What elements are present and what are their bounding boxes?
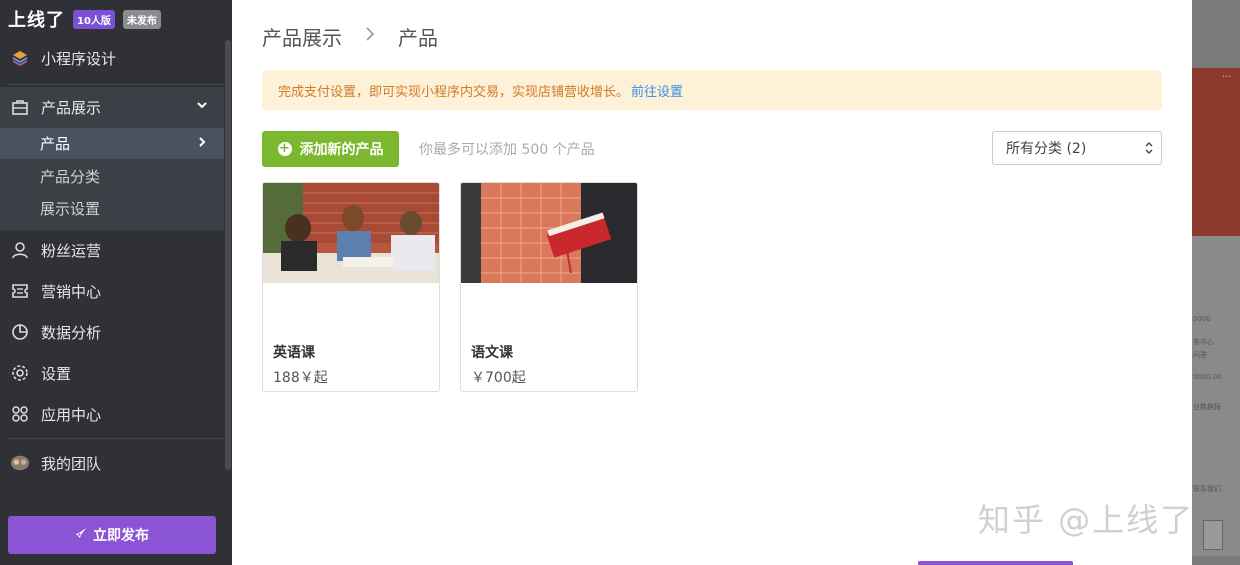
sidebar-item-fans[interactable]: 粉丝运营 [0, 230, 224, 270]
sidebar-subitem-label: 产品 [40, 135, 71, 153]
sidebar-scrollbar[interactable] [225, 40, 231, 470]
sidebar-item-label: 我的团队 [41, 454, 102, 473]
publish-button[interactable]: 立即发布 [8, 516, 216, 554]
product-title: 英语课 [273, 345, 315, 361]
backdrop-text: 问答 [1193, 351, 1207, 359]
sidebar-item-marketing[interactable]: 营销中心 [0, 271, 224, 311]
notice-text: 完成支付设置，即可实现小程序内交易，实现店铺营收增长。 [278, 84, 630, 100]
backdrop-text: 联系我们 [1193, 485, 1221, 493]
brand: 上线了 10人版 未发布 [8, 6, 161, 32]
sidebar-item-team[interactable]: 我的团队 [0, 443, 224, 483]
product-price: 188￥起 [273, 370, 328, 386]
sidebar-subitem-categories[interactable]: 产品分类 [0, 161, 224, 192]
team-avatar-icon [10, 453, 30, 473]
product-image [461, 183, 637, 283]
sidebar-item-app-center[interactable]: 应用中心 [0, 394, 224, 434]
plan-badge: 10人版 [73, 9, 115, 29]
category-select-value: 所有分类 (2) [1006, 141, 1087, 157]
backdrop-text: 务中心 [1193, 338, 1214, 346]
sidebar-item-settings[interactable]: 设置 [0, 353, 224, 393]
product-price: ￥700起 [471, 370, 526, 386]
add-product-button[interactable]: + 添加新的产品 [262, 131, 399, 167]
payment-notice: 完成支付设置，即可实现小程序内交易，实现店铺营收增长。 前往设置 [262, 70, 1162, 110]
rocket-icon [75, 527, 87, 543]
brand-logo: 上线了 [8, 10, 65, 31]
sidebar-item-products[interactable]: 产品展示 [0, 87, 224, 127]
plus-icon: + [277, 141, 292, 156]
pie-chart-icon [10, 322, 30, 342]
product-limit-hint: 你最多可以添加 500 个产品 [419, 142, 595, 158]
chevron-down-icon [196, 99, 208, 115]
breadcrumb: 产品展示 产品 [262, 22, 438, 51]
user-icon [10, 240, 30, 260]
submenu: 产品 产品分类 展示设置 [0, 127, 224, 230]
briefcase-icon [10, 97, 30, 117]
ticket-icon [10, 281, 30, 301]
sidebar-item-label: 营销中心 [41, 282, 102, 301]
main-panel: 产品展示 产品 完成支付设置，即可实现小程序内交易，实现店铺营收增长。 前往设置… [232, 0, 1192, 565]
sidebar: 上线了 10人版 未发布 小程序设计 产品展示 产品 产品分类 展示设置 粉丝运… [0, 0, 232, 565]
backdrop-panel [1192, 236, 1240, 556]
more-icon: ··· [1222, 72, 1232, 83]
product-title: 语文课 [471, 345, 513, 361]
product-image [263, 183, 439, 283]
sidebar-item-label: 设置 [41, 364, 72, 383]
layers-icon [10, 48, 30, 68]
breadcrumb-parent[interactable]: 产品展示 [262, 22, 342, 51]
category-select[interactable]: 所有分类 (2) [992, 131, 1162, 165]
sidebar-item-miniprogram-design[interactable]: 小程序设计 [0, 38, 224, 78]
sidebar-item-label: 小程序设计 [41, 49, 117, 68]
sidebar-item-label: 产品展示 [41, 98, 102, 117]
watermark: 知乎 @上线了 [978, 501, 1195, 539]
sidebar-item-analytics[interactable]: 数据分析 [0, 312, 224, 352]
sidebar-item-label: 应用中心 [41, 405, 102, 424]
add-product-label: 添加新的产品 [299, 142, 384, 158]
apps-icon [10, 404, 30, 424]
sidebar-subitem-display-settings[interactable]: 展示设置 [0, 193, 224, 224]
publish-label: 立即发布 [93, 528, 149, 544]
gear-icon [10, 363, 30, 383]
chevron-updown-icon [1145, 141, 1153, 158]
backdrop-text: 0000.00 [1193, 373, 1222, 381]
sidebar-subitem-label: 产品分类 [40, 168, 101, 186]
backdrop-text: 0000 [1193, 315, 1211, 323]
status-badge: 未发布 [122, 9, 161, 29]
phone-icon [1203, 520, 1223, 550]
divider [8, 438, 224, 439]
sidebar-subitem-label: 展示设置 [40, 200, 101, 218]
chevron-right-icon [364, 26, 376, 47]
divider [8, 84, 224, 85]
notice-link[interactable]: 前往设置 [631, 81, 683, 100]
backdrop-banner [1192, 68, 1240, 236]
sidebar-item-label: 数据分析 [41, 323, 102, 342]
breadcrumb-current: 产品 [398, 26, 438, 50]
bottom-action-bar[interactable] [918, 561, 1073, 565]
product-card[interactable]: 英语课 188￥起 [262, 182, 440, 392]
sidebar-item-label: 粉丝运营 [41, 241, 102, 260]
sidebar-subitem-products[interactable]: 产品 [0, 128, 224, 159]
backdrop-text: 业数据报 [1193, 403, 1221, 411]
chevron-right-icon [196, 136, 208, 152]
product-card[interactable]: 语文课 ￥700起 [460, 182, 638, 392]
